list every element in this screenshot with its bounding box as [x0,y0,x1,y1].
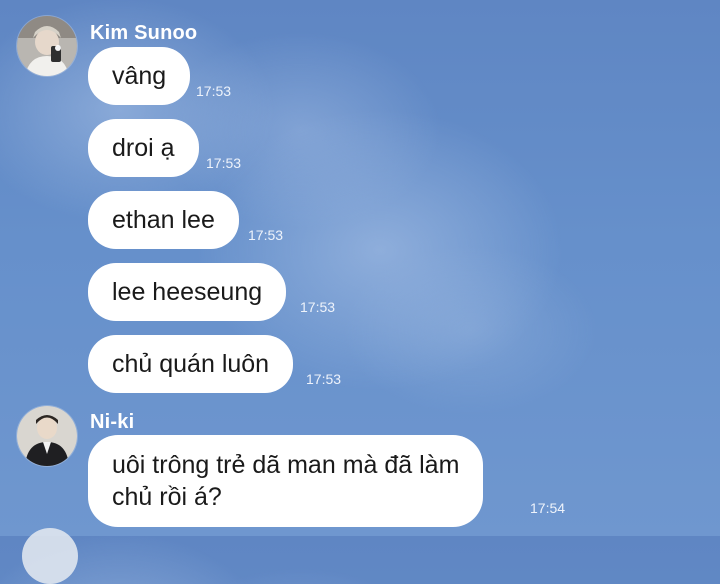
avatar[interactable] [22,528,78,584]
message-timestamp: 17:53 [306,371,342,387]
message-bubble[interactable]: vâng [88,47,191,105]
chat-message-list: Kim Sunoo vâng 17:53 droi ạ 17:53 ethan … [0,0,720,584]
user-avatar-ni-ki-icon [17,406,77,466]
message-timestamp: 17:54 [530,500,566,516]
message-bubble[interactable]: ethan lee [88,191,239,249]
avatar[interactable] [17,406,77,466]
message-timestamp: 17:53 [248,227,284,243]
message-bubble[interactable]: chủ quán luôn [88,335,294,393]
sender-name: Kim Sunoo [90,22,198,44]
message-bubble[interactable]: droi ạ [88,119,199,177]
avatar[interactable] [17,16,77,76]
user-avatar-kim-sunoo-icon [17,16,77,76]
message-timestamp: 17:53 [196,83,232,99]
message-timestamp: 17:53 [300,299,336,315]
message-bubble[interactable]: lee heeseung [88,263,287,321]
message-timestamp: 17:53 [206,155,242,171]
sender-name: Ni-ki [90,411,135,433]
message-bubble[interactable]: uôi trông trẻ dã man mà đã làm chủ rồi á… [88,435,484,527]
